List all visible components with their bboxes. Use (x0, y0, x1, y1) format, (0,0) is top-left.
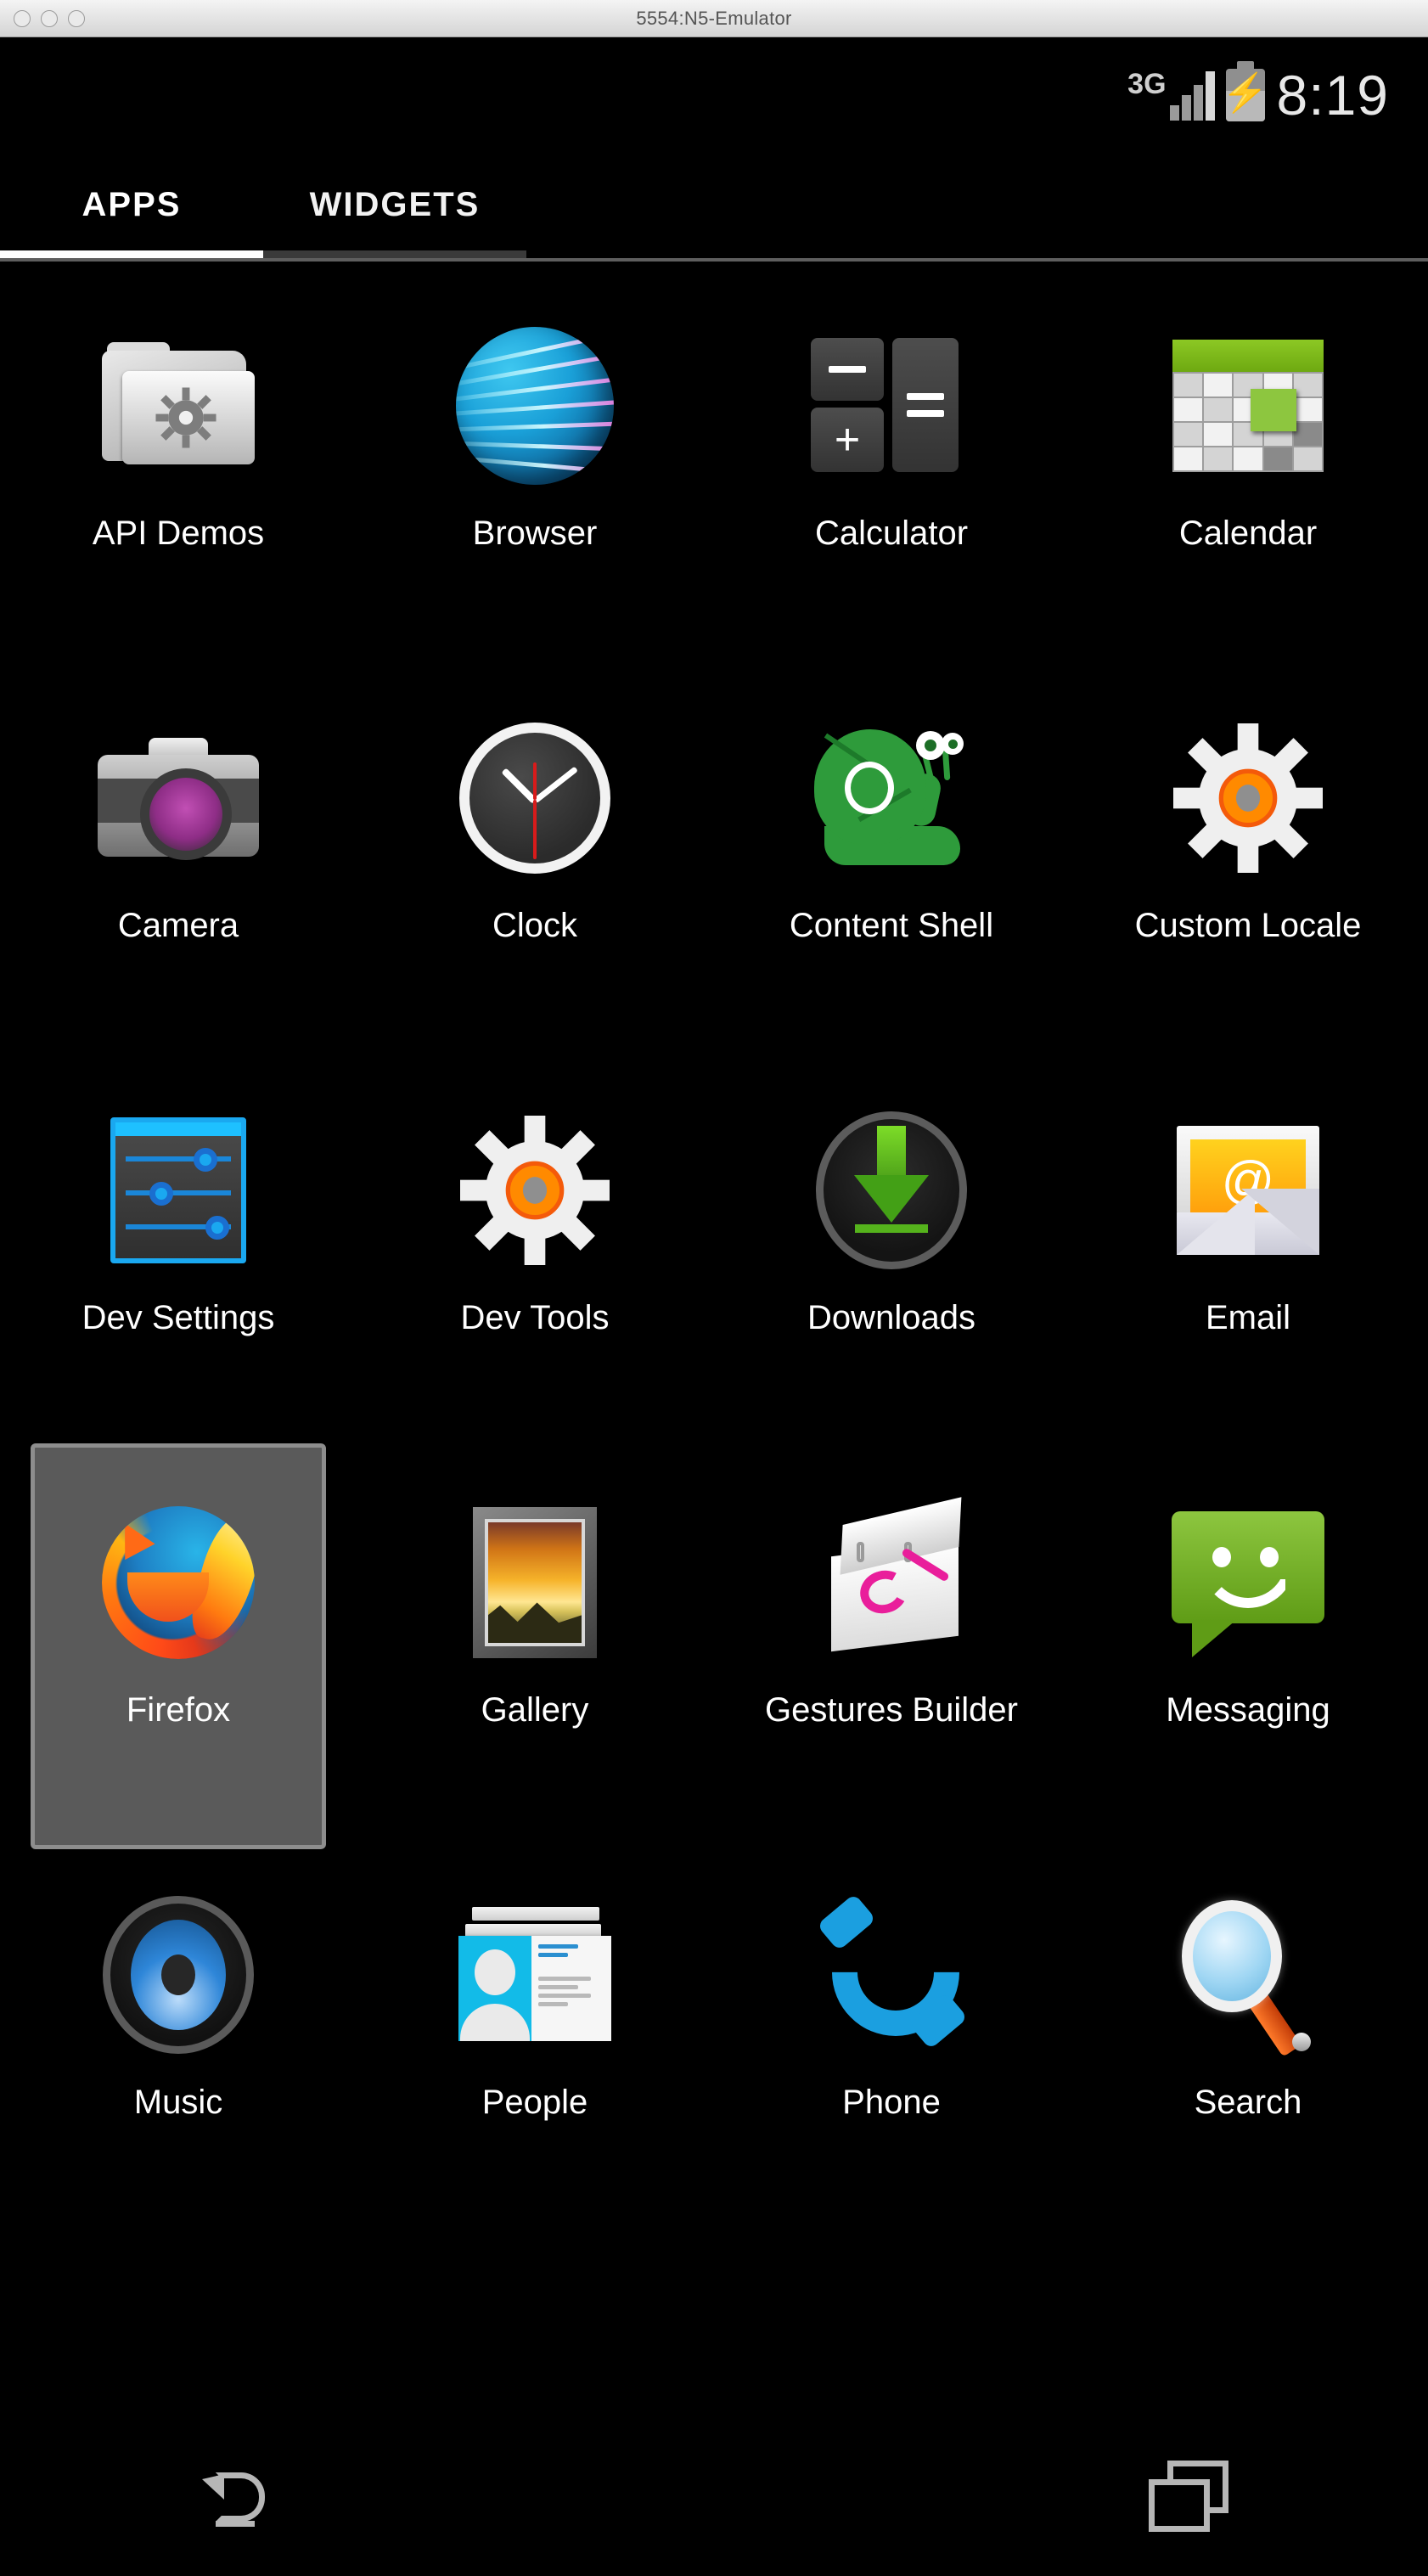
app-item-dev-settings[interactable]: Dev Settings (0, 1071, 357, 1464)
app-item-messaging[interactable]: Messaging (1070, 1464, 1426, 1856)
app-label: Phone (842, 2084, 941, 2121)
app-item-api-demos[interactable]: API Demos (0, 287, 357, 679)
app-grid: API Demos Browser + Calculator Calendar … (0, 262, 1428, 2248)
nav-recent-button[interactable] (1105, 2446, 1275, 2548)
app-item-browser[interactable]: Browser (357, 287, 713, 679)
app-item-custom-locale[interactable]: Custom Locale (1070, 679, 1426, 1071)
app-item-calendar[interactable]: Calendar (1070, 287, 1426, 679)
globe-icon (450, 321, 620, 491)
envelope-at-icon: @ (1163, 1105, 1333, 1275)
app-label: Dev Tools (460, 1299, 610, 1336)
recent-apps-icon (1148, 2461, 1232, 2534)
firefox-icon (93, 1498, 263, 1668)
calculator-keys-icon: + (807, 321, 976, 491)
app-label: Gallery (481, 1691, 589, 1729)
tab-apps[interactable]: APPS (0, 152, 263, 258)
contact-card-icon (450, 1890, 620, 2060)
app-item-camera[interactable]: Camera (0, 679, 357, 1071)
app-item-gestures-builder[interactable]: Gestures Builder (713, 1464, 1070, 1856)
app-item-people[interactable]: People (357, 1856, 713, 2248)
tab-widgets-indicator (263, 250, 526, 258)
app-label: Calculator (814, 515, 969, 552)
magnifier-icon (1163, 1890, 1333, 2060)
app-item-firefox[interactable]: Firefox (0, 1443, 357, 1856)
green-snail-icon (807, 713, 976, 883)
app-item-search[interactable]: Search (1070, 1856, 1426, 2248)
tab-apps-label: APPS (82, 186, 182, 223)
status-clock: 8:19 (1276, 63, 1389, 127)
framed-photo-icon (450, 1498, 620, 1668)
app-label: Email (1205, 1299, 1291, 1336)
nav-home-button[interactable] (629, 2446, 799, 2548)
signal-bars-icon (1169, 70, 1215, 121)
app-item-downloads[interactable]: Downloads (713, 1071, 1070, 1464)
app-label: Downloads (807, 1299, 975, 1336)
app-label: Browser (472, 515, 598, 552)
home-icon (672, 2461, 756, 2534)
app-item-calculator[interactable]: + Calculator (713, 287, 1070, 679)
download-arrow-icon (807, 1105, 976, 1275)
app-label: Music (133, 2084, 223, 2121)
app-label: Messaging (1166, 1691, 1330, 1729)
app-label: Gestures Builder (765, 1691, 1018, 1729)
app-label: Custom Locale (1134, 907, 1362, 944)
speaker-icon (93, 1890, 263, 2060)
app-label: Firefox (126, 1691, 231, 1729)
app-item-dev-tools[interactable]: Dev Tools (357, 1071, 713, 1464)
emulator-title-bar: 5554:N5-Emulator (0, 0, 1428, 37)
app-label: Camera (117, 907, 239, 944)
analog-clock-icon (450, 713, 620, 883)
network-type-label: 3G (1127, 67, 1167, 100)
nav-back-button[interactable] (153, 2446, 323, 2548)
app-label: Calendar (1178, 515, 1318, 552)
app-label: Clock (492, 907, 578, 944)
app-item-gallery[interactable]: Gallery (357, 1464, 713, 1856)
device-screen: 3G ⚡ 8:19 APPS WIDGETS API Demos Browser… (0, 37, 1428, 2576)
tab-apps-indicator (0, 250, 263, 258)
sliders-panel-icon (93, 1105, 263, 1275)
app-item-clock[interactable]: Clock (357, 679, 713, 1071)
gear-orange-icon (1163, 713, 1333, 883)
gear-orange-icon (450, 1105, 620, 1275)
camera-icon (93, 713, 263, 883)
back-arrow-icon (202, 2467, 273, 2527)
app-label: API Demos (92, 515, 265, 552)
folder-gear-icon (93, 321, 263, 491)
app-label: Content Shell (789, 907, 994, 944)
app-label: People (481, 2084, 588, 2121)
status-bar: 3G ⚡ 8:19 (0, 37, 1428, 152)
app-item-music[interactable]: Music (0, 1856, 357, 2248)
app-item-phone[interactable]: Phone (713, 1856, 1070, 2248)
speech-bubble-smile-icon (1163, 1498, 1333, 1668)
navigation-bar (0, 2418, 1428, 2576)
tab-widgets-label: WIDGETS (309, 186, 481, 223)
app-item-email[interactable]: @ Email (1070, 1071, 1426, 1464)
window-title: 5554:N5-Emulator (636, 7, 792, 29)
app-label: Dev Settings (82, 1299, 275, 1336)
notepad-gesture-icon (807, 1497, 976, 1668)
battery-charging-icon: ⚡ (1222, 60, 1268, 121)
app-label: Search (1194, 2084, 1302, 2121)
phone-handset-icon (805, 1881, 987, 2063)
tab-widgets[interactable]: WIDGETS (263, 152, 526, 258)
app-item-content-shell[interactable]: Content Shell (713, 679, 1070, 1071)
network-indicator: 3G (1127, 67, 1215, 121)
tab-bar: APPS WIDGETS (0, 152, 1428, 258)
calendar-grid-icon (1163, 321, 1333, 491)
